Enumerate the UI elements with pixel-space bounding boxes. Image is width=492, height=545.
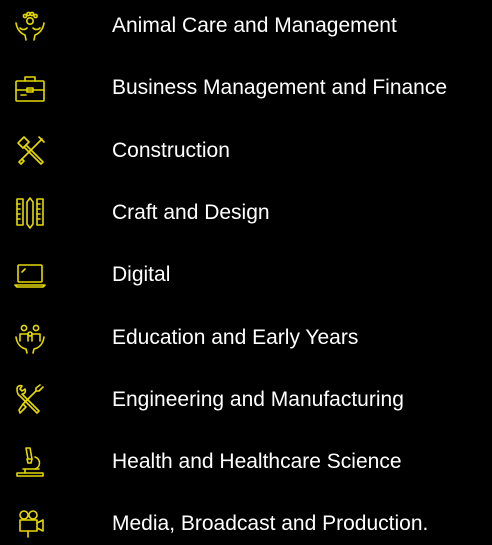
wrench-screwdriver-icon xyxy=(12,380,48,420)
list-item-label: Construction xyxy=(112,139,230,162)
list-item-label: Education and Early Years xyxy=(112,326,359,349)
microscope-icon xyxy=(12,442,48,482)
list-item-animal-care[interactable]: Animal Care and Management xyxy=(0,6,492,46)
hammer-tools-icon xyxy=(12,131,48,171)
family-hands-icon xyxy=(12,318,48,358)
list-item-health[interactable]: Health and Healthcare Science xyxy=(0,442,492,482)
list-item-label: Animal Care and Management xyxy=(112,14,397,37)
list-item-business[interactable]: Business Management and Finance xyxy=(0,68,492,108)
film-camera-icon xyxy=(12,504,48,544)
list-item-label: Media, Broadcast and Production. xyxy=(112,512,429,535)
animal-care-icon xyxy=(12,6,48,46)
list-item-media[interactable]: Media, Broadcast and Production. xyxy=(0,504,492,544)
laptop-icon xyxy=(12,255,48,295)
ruler-pencil-icon xyxy=(12,193,48,233)
list-item-label: Craft and Design xyxy=(112,201,270,224)
list-item-label: Business Management and Finance xyxy=(112,76,448,99)
list-item-construction[interactable]: Construction xyxy=(0,131,492,171)
list-item-digital[interactable]: Digital xyxy=(0,255,492,295)
list-item-engineering[interactable]: Engineering and Manufacturing xyxy=(0,380,492,420)
briefcase-icon xyxy=(12,68,48,108)
list-item-education[interactable]: Education and Early Years xyxy=(0,318,492,358)
list-item-craft-design[interactable]: Craft and Design xyxy=(0,193,492,233)
list-item-label: Health and Healthcare Science xyxy=(112,450,402,473)
list-item-label: Engineering and Manufacturing xyxy=(112,388,404,411)
list-item-label: Digital xyxy=(112,263,171,286)
career-sectors-list: Animal Care and Management Business Mana… xyxy=(0,0,492,545)
